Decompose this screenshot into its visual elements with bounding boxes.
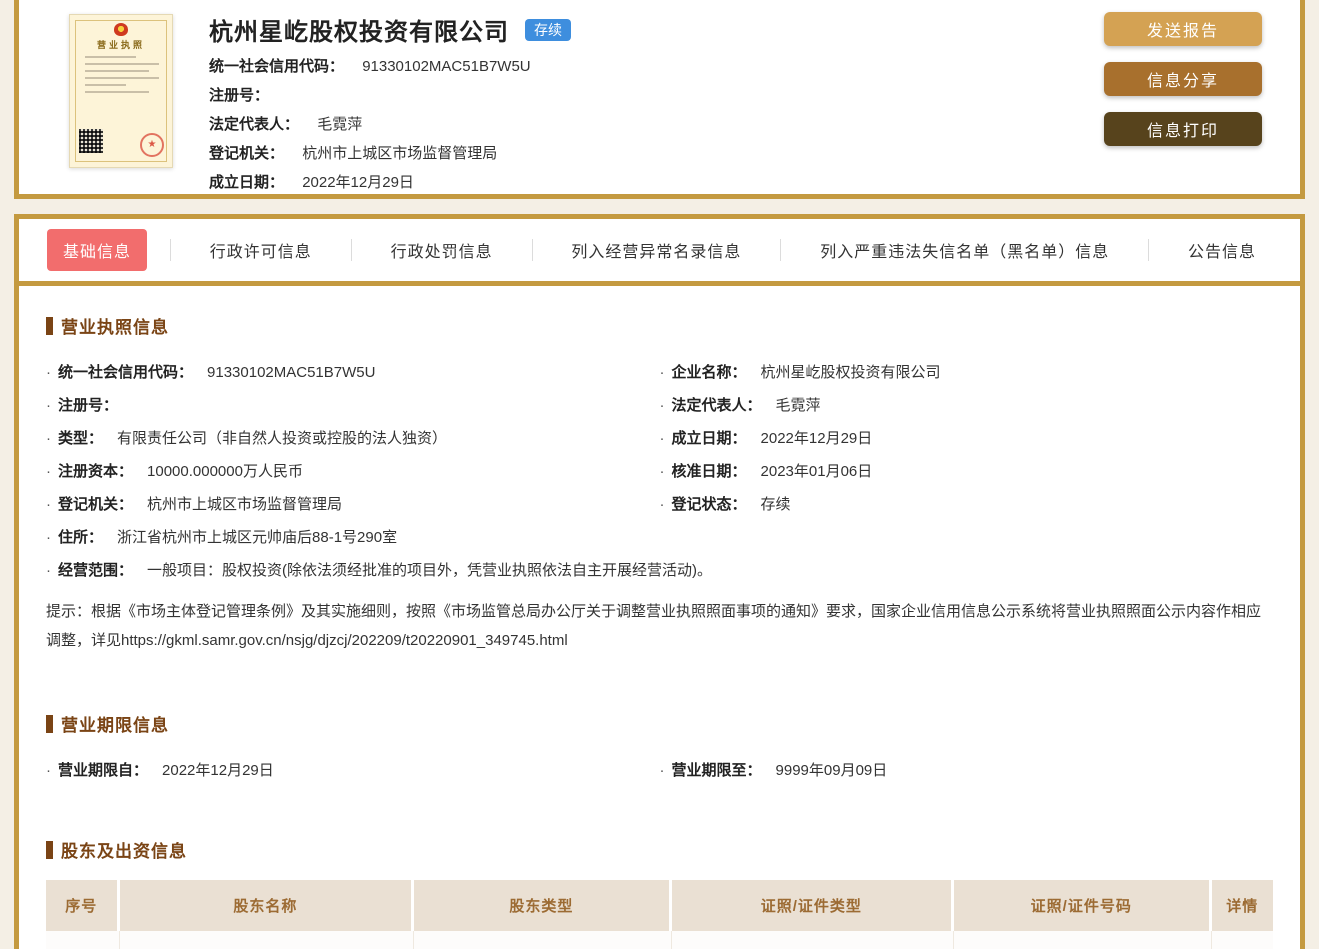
business-license-image[interactable]: 营业执照 ★	[69, 14, 173, 168]
field-period-to: · 营业期限至： 9999年09月09日	[659, 762, 888, 779]
col-header-type: 股东类型	[414, 880, 672, 931]
section-title-business-period: 营业期限信息	[46, 711, 1273, 736]
send-report-button[interactable]: 发送报告	[1104, 12, 1262, 46]
col-header-detail: 详情	[1226, 898, 1259, 915]
header-buttons: 发送报告 信息分享 信息打印	[1104, 10, 1262, 202]
tab-serious-violations[interactable]: 列入严重违法失信名单（黑名单）信息	[804, 229, 1125, 271]
header-field-reg-number: 注册号：	[209, 87, 270, 104]
field-legal-rep: · 法定代表人： 毛霓萍	[659, 397, 821, 414]
red-seal-icon: ★	[140, 133, 164, 157]
company-header-card: 营业执照 ★ 杭州星屹股权投资有限公司 存续 统一社会信用代码： 9133010…	[14, 0, 1305, 199]
section-business-period: 营业期限信息 · 营业期限自： 2022年12月29日 · 营业期限至： 9999年09…	[46, 711, 1273, 787]
tab-admin-license[interactable]: 行政许可信息	[194, 229, 328, 271]
col-header-cert-no: 证照/证件号码	[954, 880, 1212, 931]
field-registered-capital: · 注册资本： 10000.000000万人民币	[46, 463, 303, 480]
cell-type: 企业法人	[414, 931, 672, 949]
table-header-row: 序号 股东名称 股东类型 证照/证件类型 证照/证件号码 详情	[46, 880, 1273, 931]
tab-announcements[interactable]: 公告信息	[1172, 229, 1272, 271]
cell-name: 毛戈平化妆品股份有限公司	[120, 931, 415, 949]
section-title-shareholders: 股东及出资信息	[46, 837, 1273, 862]
field-approval-date: · 核准日期： 2023年01月06日	[659, 463, 873, 480]
license-adjustment-notice: 提示：根据《市场主体登记管理条例》及其实施细则，按照《市场监管总局办公厅关于调整…	[46, 603, 1262, 649]
qr-code-icon	[79, 129, 103, 153]
section-bar-icon	[46, 840, 53, 859]
col-header-name: 股东名称	[120, 880, 415, 931]
share-info-button[interactable]: 信息分享	[1104, 62, 1262, 96]
cell-cert-type: 其他	[672, 931, 954, 949]
cell-index: 1	[46, 931, 120, 949]
cell-detail: 查看	[1212, 931, 1273, 949]
col-header-cert-type: 证照/证件类型	[672, 880, 954, 931]
col-header-index: 序号	[46, 880, 120, 931]
print-info-button[interactable]: 信息打印	[1104, 112, 1262, 146]
main-card: 基础信息 行政许可信息 行政处罚信息 列入经营异常名录信息 列入严重违法失信名单…	[14, 214, 1305, 949]
field-company-name: · 企业名称： 杭州星屹股权投资有限公司	[659, 364, 941, 381]
company-info: 杭州星屹股权投资有限公司 存续 统一社会信用代码： 91330102MAC51B…	[209, 10, 1104, 202]
header-field-legal-rep: 法定代表人： 毛霓萍	[209, 116, 363, 133]
field-company-type: · 类型： 有限责任公司（非自然人投资或控股的法人独资）	[46, 430, 448, 447]
table-row: 1 毛戈平化妆品股份有限公司 企业法人 其他 91330100724500289…	[46, 931, 1273, 949]
field-period-from: · 营业期限自： 2022年12月29日	[46, 762, 274, 779]
field-reg-number: · 注册号：	[46, 397, 119, 414]
tab-abnormal-operations[interactable]: 列入经营异常名录信息	[555, 229, 757, 271]
section-title-business-license: 营业执照信息	[46, 313, 1273, 338]
page: 营业执照 ★ 杭州星屹股权投资有限公司 存续 统一社会信用代码： 9133010…	[0, 0, 1319, 949]
header-field-establish-date: 成立日期： 2022年12月29日	[209, 174, 414, 191]
company-name: 杭州星屹股权投资有限公司	[209, 19, 509, 46]
header-field-reg-authority: 登记机关： 杭州市上城区市场监督管理局	[209, 145, 498, 162]
tab-admin-penalty[interactable]: 行政处罚信息	[375, 229, 509, 271]
section-bar-icon	[46, 714, 53, 733]
status-badge: 存续	[525, 18, 571, 41]
field-business-scope: · 经营范围： 一般项目：股权投资(除依法须经批准的项目外，凭营业执照依法自主开展经…	[46, 562, 713, 579]
field-credit-code: · 统一社会信用代码： 91330102MAC51B7W5U	[46, 364, 376, 381]
cell-cert-no: 913301007245002892	[954, 931, 1212, 949]
shareholders-table: 序号 股东名称 股东类型 证照/证件类型 证照/证件号码 详情 1 毛戈平化妆品…	[46, 880, 1273, 949]
section-shareholders: 股东及出资信息 序号 股东名称 股东类型 证照/证件类型 证照/证件号码 详情 …	[46, 837, 1273, 949]
header-field-credit-code: 统一社会信用代码： 91330102MAC51B7W5U	[209, 58, 531, 75]
field-reg-authority: · 登记机关： 杭州市上城区市场监督管理局	[46, 496, 343, 513]
field-establish-date: · 成立日期： 2022年12月29日	[659, 430, 873, 447]
field-address: · 住所： 浙江省杭州市上城区元帅庙后88-1号290室	[46, 529, 398, 546]
section-bar-icon	[46, 316, 53, 335]
tab-basic-info[interactable]: 基础信息	[47, 229, 148, 271]
field-reg-status: · 登记状态： 存续	[659, 496, 791, 513]
content: 营业执照信息 · 统一社会信用代码： 91330102MAC51B7W5U · 企业名…	[19, 286, 1300, 949]
tab-bar: 基础信息 行政许可信息 行政处罚信息 列入经营异常名录信息 列入严重违法失信名单…	[19, 219, 1300, 281]
